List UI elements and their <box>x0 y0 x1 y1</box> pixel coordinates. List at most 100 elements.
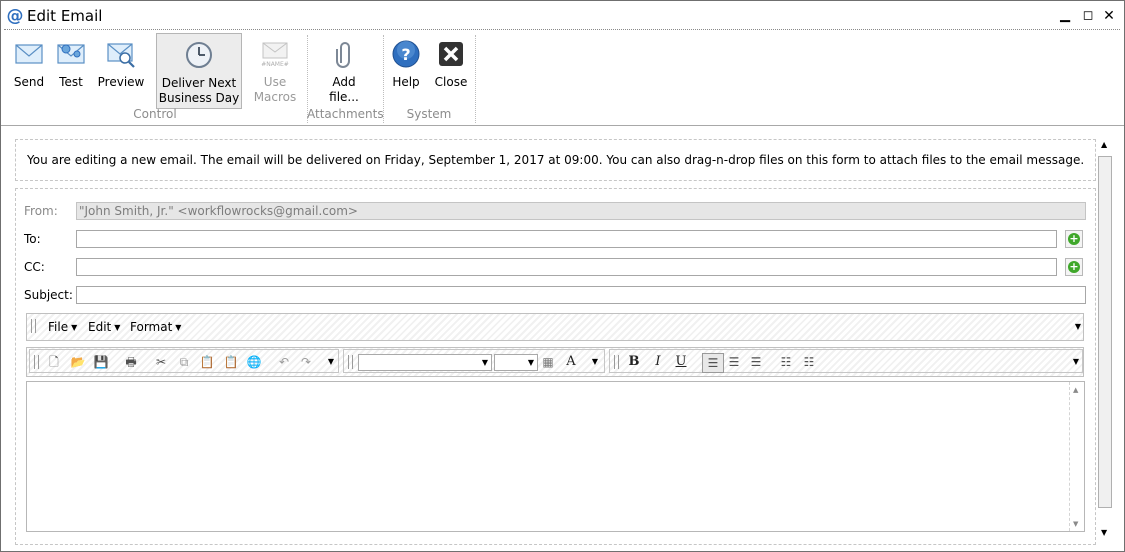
cc-field[interactable] <box>76 258 1057 276</box>
macro-icon-text: #NAME# <box>261 61 289 68</box>
main-area: You are editing a new email. The email w… <box>1 126 1124 551</box>
attachments-group-label: Attachments <box>307 107 384 121</box>
window-title: Edit Email <box>27 7 103 25</box>
chevron-down-icon: ▼ <box>175 323 182 332</box>
add-file-label: Add file... <box>329 75 359 104</box>
help-icon: ? <box>392 40 420 68</box>
maximize-button[interactable]: ◻ <box>1078 6 1098 26</box>
toolbar-grip[interactable] <box>31 319 36 333</box>
plus-icon: + <box>1068 232 1080 245</box>
toolbar-grip[interactable] <box>34 355 39 369</box>
add-file-button[interactable]: Add file... <box>319 33 369 107</box>
macro-envelope-icon: #NAME# <box>261 42 289 68</box>
chevron-down-icon[interactable]: ▼ <box>1073 520 1078 528</box>
main-scrollbar[interactable]: ▲ ▼ <box>1098 136 1112 546</box>
test-label: Test <box>59 75 83 89</box>
email-body-editor[interactable]: ▲ ▼ <box>26 381 1085 532</box>
to-label: To: <box>24 232 41 246</box>
use-macros-button[interactable]: #NAME# Use Macros <box>251 33 299 107</box>
group-separator <box>475 35 476 123</box>
close-label: Close <box>434 75 468 89</box>
from-field: "John Smith, Jr." <workflowrocks@gmail.c… <box>76 202 1086 220</box>
toolbar-overflow-icon[interactable]: ▼ <box>1075 322 1081 331</box>
deliver-next-business-day-button[interactable]: Deliver Next Business Day <box>156 33 242 109</box>
add-cc-recipient-button[interactable]: + <box>1065 258 1083 276</box>
bulleted-list-icon[interactable]: ☷ <box>778 355 794 369</box>
edit-menu-label: Edit <box>88 320 112 334</box>
file-menu-label: File <box>48 320 69 334</box>
subject-field[interactable] <box>76 286 1086 304</box>
minimize-button[interactable]: ▁ <box>1055 6 1075 26</box>
font-size-combo[interactable]: ▼ <box>494 354 538 371</box>
scrollbar-thumb[interactable] <box>1098 156 1112 508</box>
window-close-button[interactable]: ✕ <box>1099 6 1119 26</box>
align-right-icon[interactable]: ☰ <box>748 355 764 369</box>
help-button[interactable]: ? Help <box>387 33 425 107</box>
color-grid-icon[interactable]: ▦ <box>540 355 556 369</box>
toolbar-grip[interactable] <box>348 355 353 369</box>
open-folder-icon[interactable]: 📂 <box>70 355 86 369</box>
test-envelope-icon <box>57 44 85 64</box>
insert-link-icon[interactable]: 🌐 <box>246 355 262 369</box>
envelope-icon <box>15 44 43 64</box>
chevron-down-icon: ▼ <box>481 358 488 367</box>
print-icon[interactable]: 🖶 <box>123 355 139 369</box>
redo-icon[interactable]: ↷ <box>298 355 314 369</box>
title-bar: @ Edit Email ▁ ◻ ✕ <box>1 1 1124 31</box>
preview-label: Preview <box>97 75 145 89</box>
clock-icon <box>186 42 212 68</box>
align-center-icon[interactable]: ☰ <box>726 355 742 369</box>
editor-menu-toolbar: File ▼ Edit ▼ Format ▼ ▼ <box>26 313 1084 341</box>
save-icon[interactable]: 💾 <box>93 355 109 369</box>
chevron-up-icon[interactable]: ▲ <box>1073 386 1078 394</box>
svg-text:?: ? <box>401 45 410 64</box>
send-label: Send <box>13 75 45 89</box>
format-menu[interactable]: Format ▼ <box>130 320 181 335</box>
paste-special-icon[interactable]: 📋 <box>223 355 239 369</box>
preview-envelope-icon <box>107 43 135 68</box>
subject-label: Subject: <box>24 288 73 302</box>
to-field[interactable] <box>76 230 1057 248</box>
editor-scrollbar[interactable]: ▲ ▼ <box>1069 382 1084 531</box>
edit-menu[interactable]: Edit ▼ <box>88 320 120 335</box>
chevron-up-icon[interactable]: ▲ <box>1101 140 1107 149</box>
group-overflow-icon[interactable]: ▼ <box>323 355 339 369</box>
align-left-icon[interactable]: ☰ <box>702 353 724 373</box>
add-to-recipient-button[interactable]: + <box>1065 230 1083 248</box>
file-menu[interactable]: File ▼ <box>48 320 77 335</box>
from-label: From: <box>24 204 58 218</box>
email-form: From: "John Smith, Jr." <workflowrocks@g… <box>15 188 1096 545</box>
preview-button[interactable]: Preview <box>95 33 147 107</box>
format-menu-label: Format <box>130 320 173 334</box>
cc-label: CC: <box>24 260 45 274</box>
font-color-button[interactable]: A <box>563 355 579 369</box>
chevron-down-icon: ▼ <box>71 323 78 332</box>
close-button[interactable]: Close <box>431 33 471 107</box>
test-button[interactable]: Test <box>51 33 91 107</box>
paperclip-icon <box>336 42 350 68</box>
paste-icon[interactable]: 📋 <box>199 355 215 369</box>
chevron-down-icon[interactable]: ▼ <box>1101 528 1107 537</box>
info-message: You are editing a new email. The email w… <box>27 153 1085 167</box>
help-label: Help <box>392 75 420 89</box>
undo-icon[interactable]: ↶ <box>276 355 292 369</box>
numbered-list-icon[interactable]: ☷ <box>801 355 817 369</box>
editor-format-toolbar: 🗋 📂 💾 🖶 ✂ ⧉ 📋 📋 🌐 ↶ ↷ ▼ ▼ ▼ ▦ A ▼ B I U … <box>26 347 1084 377</box>
send-button[interactable]: Send <box>9 33 49 107</box>
toolbar-grip[interactable] <box>614 355 619 369</box>
group-overflow-icon[interactable]: ▼ <box>1068 355 1084 369</box>
paragraph-toolbar-group: B I U ☰ ☰ ☰ ☷ ☷ ▼ <box>609 349 1083 373</box>
plus-icon: + <box>1068 260 1080 273</box>
control-group-label: Control <box>133 107 177 121</box>
cut-icon[interactable]: ✂ <box>153 355 169 369</box>
system-group-label: System <box>406 107 452 121</box>
font-name-combo[interactable]: ▼ <box>358 354 492 371</box>
group-overflow-icon[interactable]: ▼ <box>587 355 603 369</box>
new-document-icon[interactable]: 🗋 <box>46 355 62 369</box>
bold-button[interactable]: B <box>626 355 642 369</box>
file-toolbar-group: 🗋 📂 💾 🖶 ✂ ⧉ 📋 📋 🌐 ↶ ↷ ▼ <box>29 349 339 373</box>
info-panel: You are editing a new email. The email w… <box>15 139 1096 181</box>
italic-button[interactable]: I <box>650 355 666 369</box>
copy-icon[interactable]: ⧉ <box>176 355 192 369</box>
underline-button[interactable]: U <box>673 355 689 369</box>
